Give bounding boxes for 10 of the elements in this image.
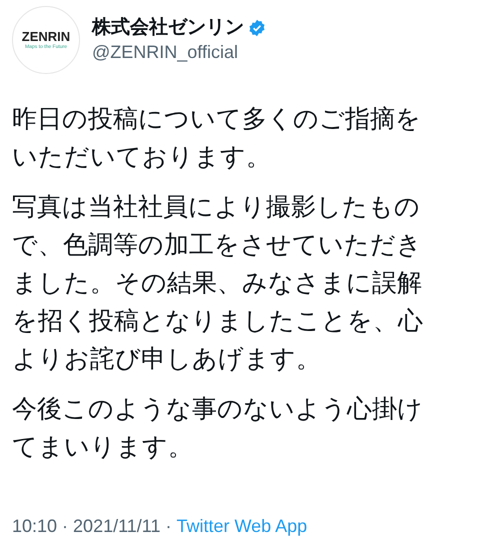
logo-text: ZENRIN xyxy=(22,30,70,44)
account-name[interactable]: 株式会社ゼンリン xyxy=(92,16,244,40)
separator-dot: · xyxy=(165,515,172,538)
tweet-date: 2021/11/11 xyxy=(73,515,160,538)
separator-dot: · xyxy=(62,515,68,538)
tweet-time: 10:10 xyxy=(12,515,58,538)
tweet-paragraph: 写真は当社社員により撮影したもの で、色調等の加工をさせていただき ました。その結果、みなさまに誤解 を招く投稿となりましたことを、心 よりお詫び申しあげます。 xyxy=(12,192,424,375)
account-handle[interactable]: @ZENRIN_official xyxy=(92,40,266,64)
tweet-paragraph: 今後このような事のないよう心掛け てまいります。 xyxy=(12,394,424,463)
tweet-paragraph: 昨日の投稿について多くのご指摘を いただいております。 xyxy=(12,104,422,173)
